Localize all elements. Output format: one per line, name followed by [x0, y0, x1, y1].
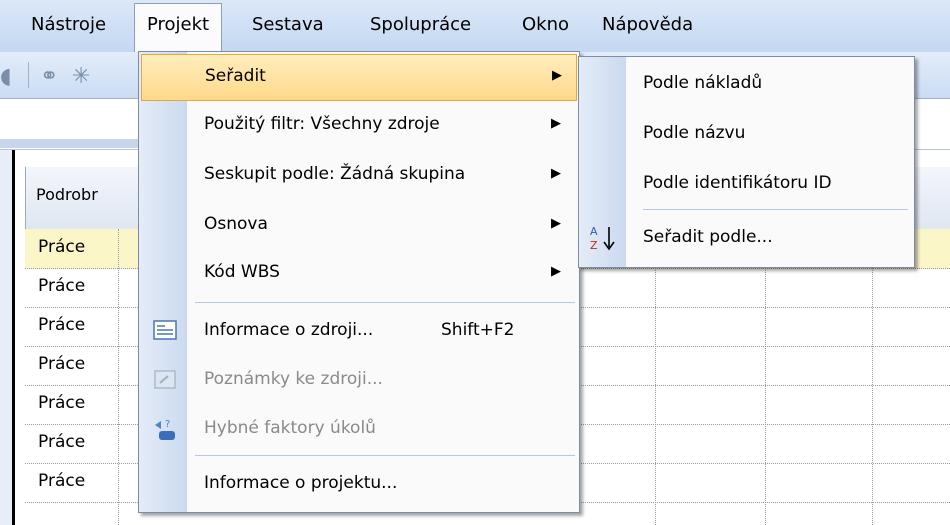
menu-item-resource-info[interactable]: Informace o zdroji... Shift+F2 [141, 309, 575, 354]
menu-item-shortcut: Shift+F2 [441, 320, 515, 340]
grid-line [655, 229, 656, 525]
resource-info-icon [153, 319, 177, 341]
menu-separator [195, 302, 575, 303]
svg-text:Z: Z [590, 239, 598, 252]
row-header-strip [0, 150, 15, 525]
unlink-icon[interactable]: ✳ [72, 64, 90, 89]
menu-item-filter[interactable]: Použitý filtr: Všechny zdroje ▶ [141, 103, 575, 148]
menu-item-label: Informace o zdroji... [204, 320, 374, 340]
link-icon[interactable]: ⚭ [40, 64, 58, 89]
menu-napoveda[interactable]: Nápověda [590, 4, 705, 46]
grid-line [765, 229, 766, 525]
menu-item-task-drivers[interactable]: ? Hybné faktory úkolů [141, 407, 575, 452]
menu-spoluprace[interactable]: Spolupráce [358, 4, 483, 46]
menu-okno[interactable]: Okno [510, 4, 581, 46]
cell-work[interactable]: Práce [38, 237, 85, 257]
grid-line [872, 229, 873, 525]
cell-work[interactable]: Práce [38, 432, 85, 452]
entry-bar-strip [0, 139, 150, 148]
submenu-arrow-icon: ▶ [551, 216, 561, 231]
submenu-item-label: Podle identifikátoru ID [643, 173, 832, 193]
menu-item-label: Kód WBS [204, 262, 280, 282]
resource-notes-icon [153, 368, 177, 390]
submenu-arrow-icon: ▶ [551, 264, 561, 279]
menu-item-label: Použitý filtr: Všechny zdroje [204, 114, 440, 134]
menu-item-label: Hybné faktory úkolů [204, 418, 376, 438]
menu-item-label: Osnova [204, 214, 268, 234]
menu-item-label: Seřadit [205, 66, 266, 86]
svg-text:?: ? [165, 419, 170, 430]
submenu-item-label: Podle nákladů [643, 73, 763, 93]
resource-icon[interactable]: ◖ [0, 64, 12, 89]
menu-item-label: Seskupit podle: Žádná skupina [204, 164, 466, 184]
submenu-arrow-icon: ▶ [551, 166, 561, 181]
submenu-item-label: Podle názvu [643, 123, 746, 143]
cell-work[interactable]: Práce [38, 471, 85, 491]
task-drivers-icon: ? [153, 417, 177, 440]
menu-projekt[interactable]: Projekt [134, 3, 223, 54]
submenu-item-label: Seřadit podle... [643, 227, 773, 247]
cell-work[interactable]: Práce [38, 276, 85, 296]
menu-bar: Nástroje Projekt Sestava Spolupráce Okno… [0, 0, 950, 54]
menu-item-sort[interactable]: Seřadit ▶ [141, 54, 577, 101]
submenu-item-sort-by-id[interactable]: Podle identifikátoru ID [579, 161, 914, 207]
menu-item-label: Informace o projektu... [204, 473, 398, 493]
menu-item-resource-notes[interactable]: Poznámky ke zdroji... [141, 358, 575, 403]
menu-nastroje[interactable]: Nástroje [19, 4, 118, 46]
svg-text:A: A [590, 225, 598, 238]
submenu-arrow-icon: ▶ [551, 116, 561, 131]
cell-work[interactable]: Práce [38, 354, 85, 374]
menu-item-outline[interactable]: Osnova ▶ [141, 203, 575, 248]
menu-item-group-by[interactable]: Seskupit podle: Žádná skupina ▶ [141, 153, 575, 198]
submenu-item-sort-by-cost[interactable]: Podle nákladů [579, 61, 914, 107]
grid-line [118, 229, 119, 525]
cell-work[interactable]: Práce [38, 315, 85, 335]
sort-az-icon: AZ [587, 223, 619, 253]
column-header-label: Podrobr [36, 185, 98, 204]
menu-separator [643, 209, 908, 210]
cell-work[interactable]: Práce [38, 393, 85, 413]
submenu-arrow-icon: ▶ [552, 68, 562, 83]
submenu-item-sort-by[interactable]: AZ Seřadit podle... [579, 215, 914, 261]
menu-separator [195, 455, 575, 456]
menu-sestava[interactable]: Sestava [240, 4, 336, 46]
menu-item-wbs-code[interactable]: Kód WBS ▶ [141, 251, 575, 296]
sort-submenu: Podle nákladů Podle názvu Podle identifi… [578, 56, 915, 268]
submenu-item-sort-by-name[interactable]: Podle názvu [579, 111, 914, 157]
menu-item-label: Poznámky ke zdroji... [204, 369, 383, 389]
project-menu: Seřadit ▶ Použitý filtr: Všechny zdroje … [138, 51, 580, 513]
menu-item-project-info[interactable]: Informace o projektu... [141, 462, 575, 507]
toolbar-separator [28, 62, 29, 88]
